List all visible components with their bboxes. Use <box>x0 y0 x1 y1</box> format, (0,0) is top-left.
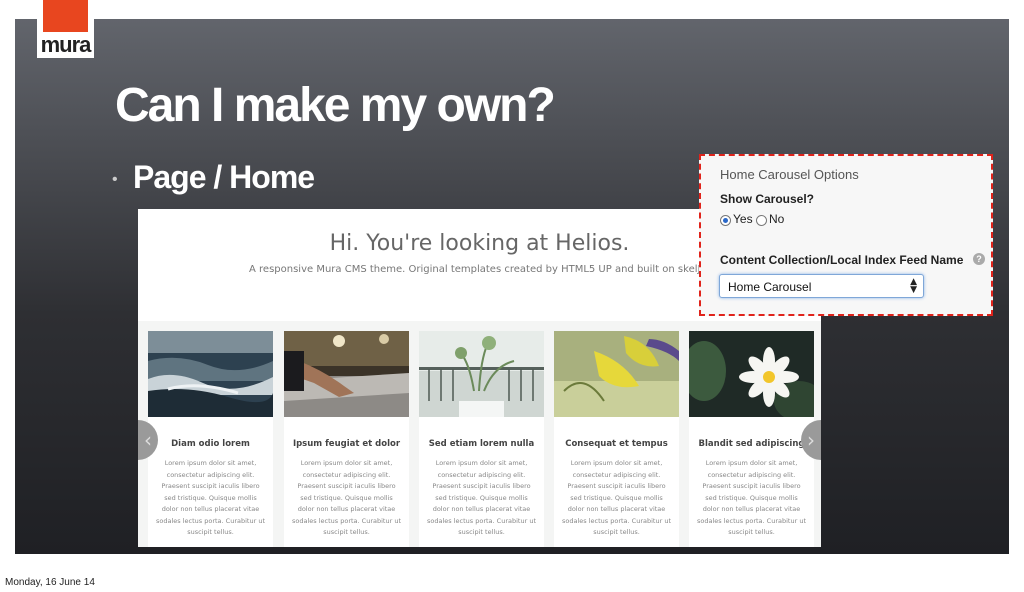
carousel-options-panel: Home Carousel Options Show Carousel? Yes… <box>699 154 993 316</box>
show-carousel-label: Show Carousel? <box>720 192 815 206</box>
carousel-card[interactable]: Blandit sed adipiscing Lorem ipsum dolor… <box>689 331 814 547</box>
logo-tab <box>43 0 88 32</box>
mura-logo: mura <box>37 0 94 58</box>
carousel-card[interactable]: Sed etiam lorem nulla Lorem ipsum dolor … <box>419 331 544 547</box>
card-title: Sed etiam lorem nulla <box>428 439 535 449</box>
carousel-card[interactable]: Ipsum feugiat et dolor Lorem ipsum dolor… <box>284 331 409 547</box>
feed-select[interactable]: Home Carousel ▲ ▼ <box>719 274 924 298</box>
mixing-console-image <box>284 331 409 417</box>
slide-date: Monday, 16 June 14 <box>5 577 95 588</box>
carousel-card[interactable]: Diam odio lorem Lorem ipsum dolor sit am… <box>148 331 273 547</box>
feed-select-value: Home Carousel <box>728 280 812 294</box>
card-body: Lorem ipsum dolor sit amet, consectetur … <box>697 459 806 536</box>
chevron-left-icon: ‹ <box>144 428 152 452</box>
carousel-card[interactable]: Consequat et tempus Lorem ipsum dolor si… <box>554 331 679 547</box>
logo-text: mura <box>40 32 92 57</box>
radio-no[interactable] <box>756 215 767 226</box>
water-lily-image <box>689 331 814 417</box>
slide-title: Can I make my own? <box>115 79 556 132</box>
card-body: Lorem ipsum dolor sit amet, consectetur … <box>292 459 401 536</box>
card-title: Diam odio lorem <box>171 439 250 449</box>
ocean-waves-image <box>148 331 273 417</box>
card-title: Blandit sed adipiscing <box>698 439 805 449</box>
chevron-right-icon: › <box>807 428 815 452</box>
card-body: Lorem ipsum dolor sit amet, consectetur … <box>156 459 265 536</box>
help-icon[interactable]: ? <box>973 253 985 265</box>
card-title: Ipsum feugiat et dolor <box>292 439 401 449</box>
card-body: Lorem ipsum dolor sit amet, consectetur … <box>562 459 671 536</box>
card-title: Consequat et tempus <box>565 439 668 449</box>
bullet-icon: • <box>112 171 118 188</box>
feed-name-label: Content Collection/Local Index Feed Name <box>720 253 964 267</box>
window-plant-image <box>419 331 544 417</box>
yellow-leaves-image <box>554 331 679 417</box>
radio-yes[interactable] <box>720 215 731 226</box>
radio-no-label[interactable]: No <box>769 212 784 226</box>
slide-bullet: Page / Home <box>133 159 315 195</box>
select-arrows-icon: ▲ ▼ <box>910 277 917 295</box>
panel-title: Home Carousel Options <box>720 167 859 182</box>
radio-yes-label[interactable]: Yes <box>733 212 753 226</box>
card-body: Lorem ipsum dolor sit amet, consectetur … <box>427 459 536 536</box>
